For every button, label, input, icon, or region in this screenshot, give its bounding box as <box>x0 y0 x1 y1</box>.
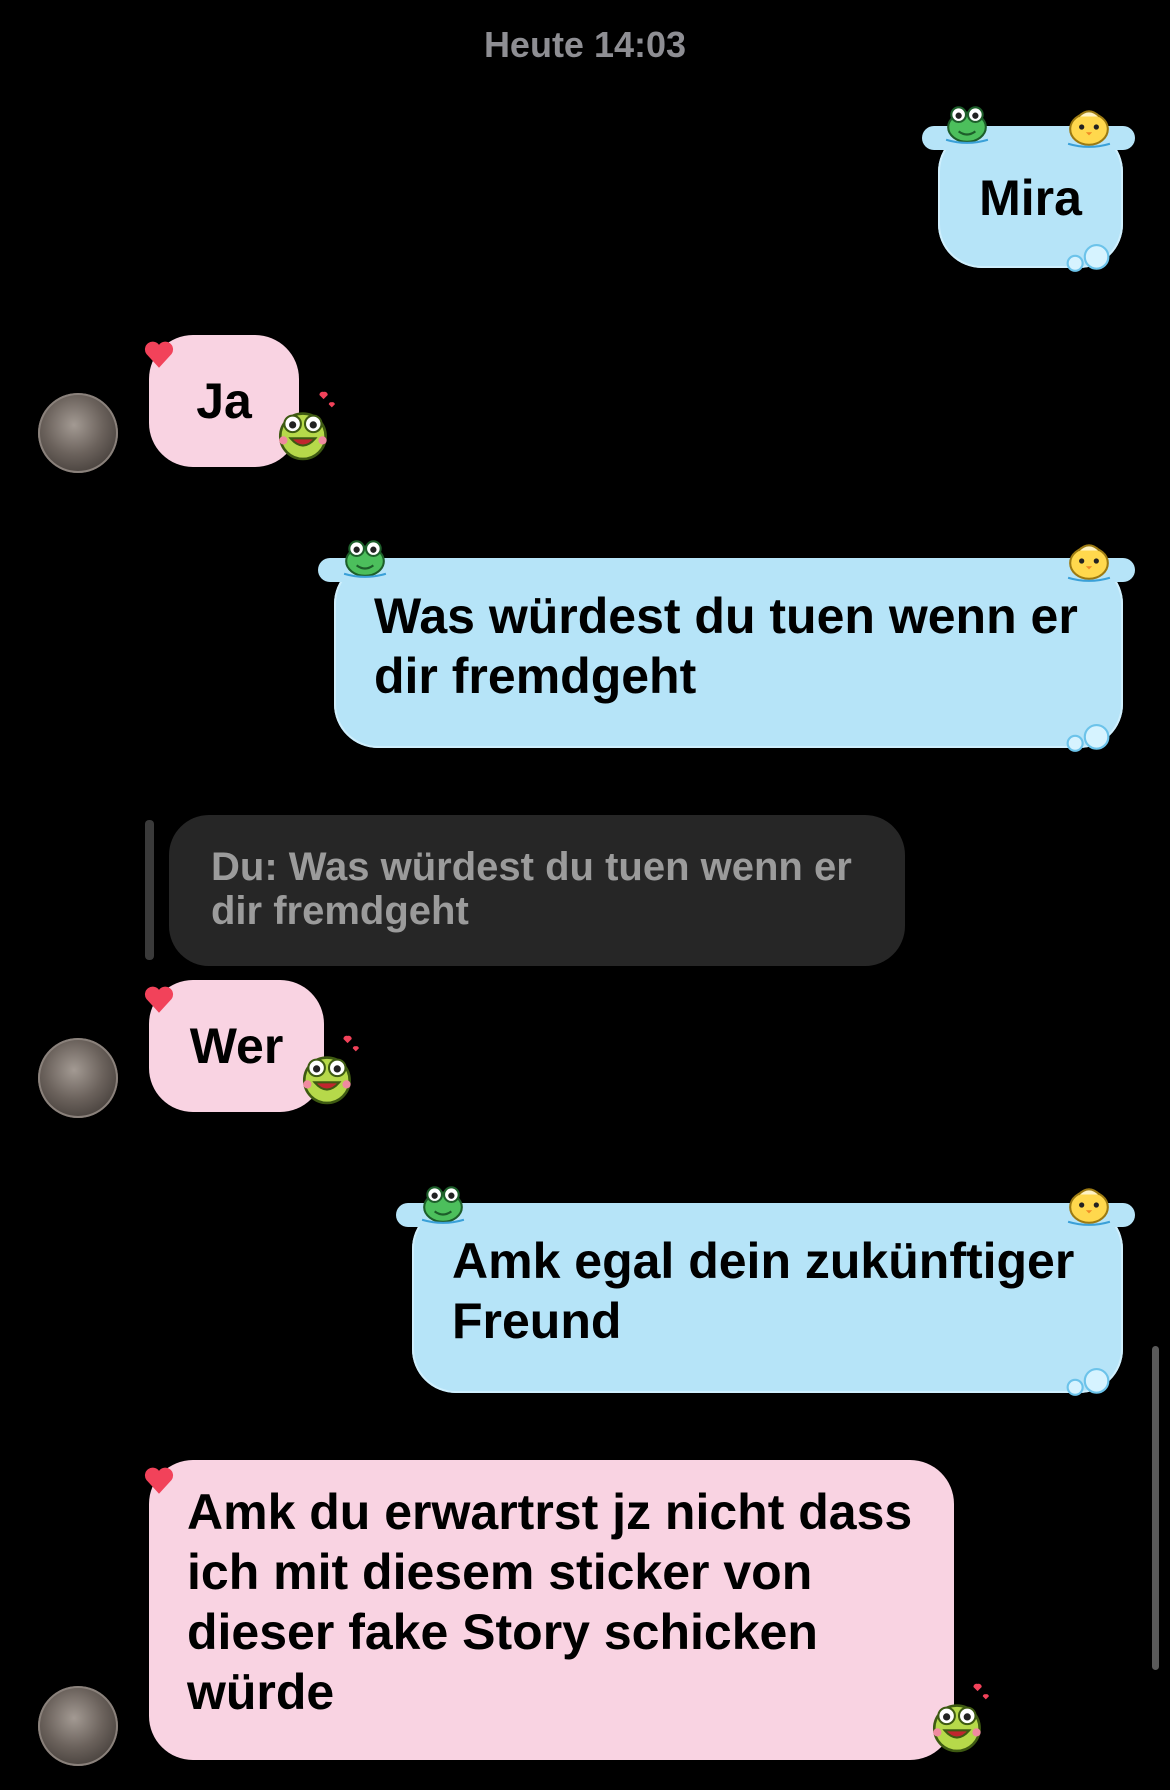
bubbles-icon <box>1066 244 1110 272</box>
chick-sticker-icon <box>1067 110 1111 148</box>
chick-sticker-icon <box>1067 544 1111 582</box>
avatar[interactable] <box>38 1038 118 1118</box>
avatar[interactable] <box>38 393 118 473</box>
message-text: Amk egal dein zukünftiger Freund <box>452 1233 1075 1349</box>
reply-quote-text: Du: Was würdest du tuen wenn er dir frem… <box>211 845 852 933</box>
incoming-message-bubble[interactable]: Amk du erwartrst jz nicht dass ich mit d… <box>149 1460 954 1760</box>
scrollbar[interactable] <box>1152 1346 1159 1670</box>
frog-sticker-icon <box>277 390 337 461</box>
outgoing-message-bubble[interactable]: Was würdest du tuen wenn er dir fremdgeh… <box>318 558 1135 748</box>
bubbles-icon <box>1066 724 1110 752</box>
heart-icon <box>144 1467 174 1494</box>
heart-icon <box>144 341 174 368</box>
frog-sticker-icon <box>301 1034 361 1105</box>
message-text: Amk du erwartrst jz nicht dass ich mit d… <box>187 1484 913 1720</box>
frog-sticker-icon <box>421 1186 465 1224</box>
frog-sticker-icon <box>931 1682 991 1753</box>
frog-sticker-icon <box>945 106 989 144</box>
chick-sticker-icon <box>1067 1188 1111 1226</box>
avatar[interactable] <box>38 1686 118 1766</box>
frog-sticker-icon <box>343 540 387 578</box>
reply-quote[interactable]: Du: Was würdest du tuen wenn er dir frem… <box>169 815 905 966</box>
bubbles-icon <box>1066 1368 1110 1396</box>
message-text: Was würdest du tuen wenn er dir fremdgeh… <box>374 588 1078 704</box>
outgoing-message-bubble[interactable]: Amk egal dein zukünftiger Freund <box>396 1203 1135 1393</box>
heart-icon <box>144 986 174 1013</box>
reply-indicator-bar <box>145 820 154 960</box>
message-timestamp: Heute 14:03 <box>483 24 687 65</box>
